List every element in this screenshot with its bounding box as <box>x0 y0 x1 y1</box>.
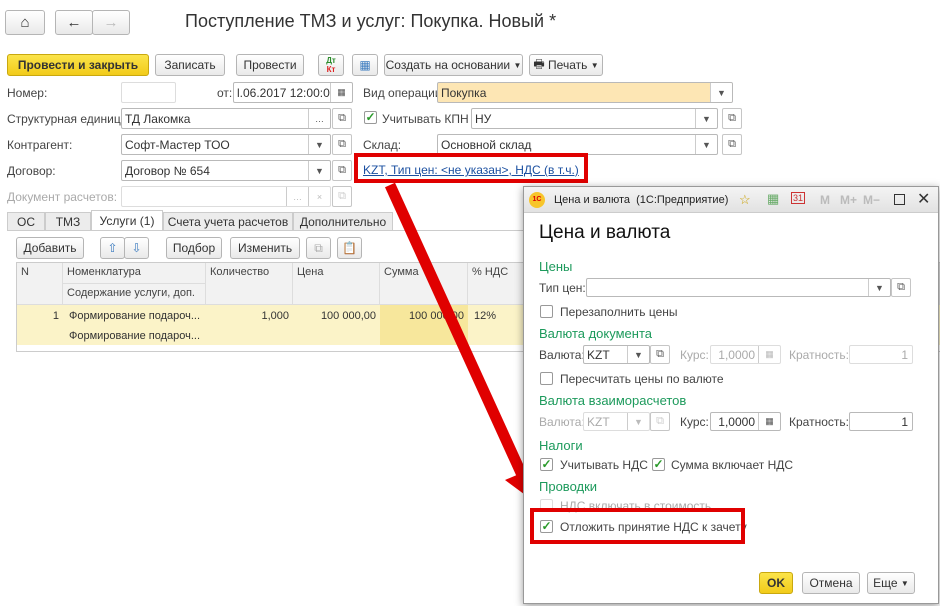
settle-currency-value: KZT <box>587 414 610 429</box>
price-currency-dialog: 1С Цена и валюта (1С:Предприятие) ☆ ▦ 31… <box>523 186 939 604</box>
rate-value: 1,0000 <box>718 347 755 362</box>
refill-prices-label: Перезаполнить цены <box>560 305 678 319</box>
memory-plus-button[interactable]: M+ <box>840 193 857 207</box>
chevron-down-icon: ▼ <box>627 413 649 430</box>
doc-currency-section: Валюта документа <box>539 326 652 341</box>
open-icon[interactable]: ⧉ <box>891 278 911 297</box>
memory-minus-button[interactable]: M− <box>863 193 880 207</box>
calculator-icon[interactable]: ▦ <box>758 346 780 363</box>
settle-rate-label: Курс: <box>680 415 709 429</box>
price-type-field[interactable]: ▼ <box>586 278 891 297</box>
dialog-window-title: Цена и валюта (1С:Предприятие) <box>554 194 729 206</box>
consider-vat-checkbox[interactable]: ✓ <box>540 458 553 471</box>
cancel-button[interactable]: Отмена <box>802 572 860 594</box>
memory-m-button[interactable]: M <box>820 193 830 207</box>
chevron-down-icon: ▼ <box>868 279 890 296</box>
settle-multiplicity-field[interactable]: 1 <box>849 412 913 431</box>
multiplicity-value: 1 <box>901 347 908 362</box>
highlight-box <box>530 508 745 544</box>
settle-rate-value: 1,0000 <box>718 414 755 429</box>
currency-field[interactable]: KZT ▼ <box>583 345 650 364</box>
close-icon[interactable]: ✕ <box>917 189 930 209</box>
calendar-icon[interactable]: 31 <box>791 192 806 204</box>
open-icon[interactable]: ⧉ <box>650 345 670 364</box>
taxes-section: Налоги <box>539 438 583 453</box>
maximize-icon[interactable] <box>894 194 905 205</box>
sum-includes-vat-checkbox[interactable]: ✓ <box>652 458 665 471</box>
arrow-shaft <box>384 182 528 478</box>
1c-logo-icon: 1С <box>529 192 545 208</box>
settle-rate-field[interactable]: 1,0000 ▦ <box>710 412 781 431</box>
currency-label: Валюта: <box>539 348 585 362</box>
settle-currency-field[interactable]: KZT ▼ <box>583 412 650 431</box>
price-type-label: Тип цен: <box>539 281 586 295</box>
calculator-icon[interactable]: ▦ <box>758 413 780 430</box>
recalc-prices-label: Пересчитать цены по валюте <box>560 372 724 386</box>
sum-includes-vat-label: Сумма включает НДС <box>671 458 794 472</box>
currency-value: KZT <box>587 347 610 362</box>
settle-currency-label: Валюта: <box>539 415 585 429</box>
recalc-prices-checkbox[interactable] <box>540 372 553 385</box>
ok-button[interactable]: OK <box>759 572 793 594</box>
settle-multiplicity-value: 1 <box>901 414 908 429</box>
multiplicity-label: Кратность: <box>789 348 849 362</box>
favorite-icon[interactable]: ☆ <box>739 192 751 208</box>
more-button[interactable]: Еще ▼ <box>867 572 915 594</box>
chevron-down-icon: ▼ <box>627 346 649 363</box>
settle-multiplicity-label: Кратность: <box>789 415 849 429</box>
prices-section: Цены <box>539 259 573 274</box>
open-icon[interactable]: ⧉ <box>650 412 670 431</box>
consider-vat-label: Учитывать НДС <box>560 458 648 472</box>
chevron-down-icon: ▼ <box>900 578 909 588</box>
refill-prices-checkbox[interactable] <box>540 305 553 318</box>
more-label: Еще <box>873 576 898 590</box>
rate-label: Курс: <box>680 348 709 362</box>
postings-section: Проводки <box>539 479 598 494</box>
dialog-heading: Цена и валюта <box>539 222 671 243</box>
settle-currency-section: Валюта взаиморасчетов <box>539 393 687 408</box>
rate-field[interactable]: 1,0000 ▦ <box>710 345 781 364</box>
calculator-icon[interactable]: ▦ <box>767 191 779 207</box>
multiplicity-field[interactable]: 1 <box>849 345 913 364</box>
